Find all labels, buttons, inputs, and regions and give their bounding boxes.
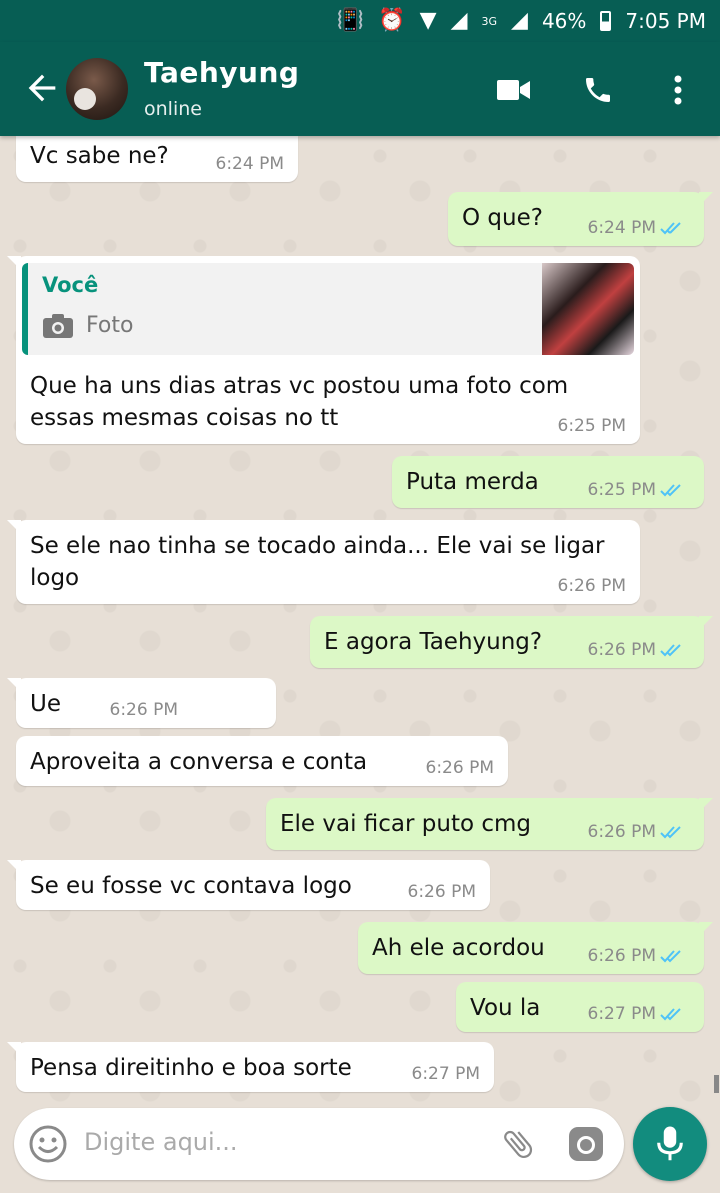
message-outgoing[interactable]: Ele vai ficar puto cmg 6:26 PM [266,798,713,850]
message-input[interactable]: Digite aqui... [84,1128,238,1156]
message-incoming-reply[interactable]: Você Foto Que ha uns dias atras vc posto… [7,256,640,444]
message-time: 6:24 PM [215,154,285,174]
message-text: Aproveita a conversa e conta [30,749,368,775]
signal-icon-2: ◢ [511,8,528,33]
clock: 7:05 PM [625,9,706,33]
phone-call-icon[interactable] [578,70,618,110]
message-time: 6:24 PM [587,218,657,238]
vibrate-icon: 📳 [336,8,365,33]
camera-icon [43,314,73,338]
contact-name[interactable]: Taehyung [144,56,299,89]
contact-avatar[interactable] [66,58,128,120]
scroll-indicator[interactable] [714,1075,719,1093]
camera-icon[interactable] [566,1124,606,1164]
message-time: 6:26 PM [587,822,657,842]
message-input-bar[interactable]: Digite aqui... [14,1108,624,1180]
alarm-icon: ⏰ [378,8,406,33]
message-time: 6:26 PM [587,946,657,966]
message-incoming[interactable]: Pensa direitinho e boa sorte 6:27 PM [7,1042,494,1092]
contact-status: online [144,98,202,120]
message-time: 6:26 PM [425,758,495,778]
network-type: 3G [481,14,498,28]
message-time: 6:25 PM [587,480,657,500]
message-outgoing[interactable]: Vou la 6:27 PM [456,982,704,1032]
battery-icon [600,11,612,31]
back-arrow-icon[interactable] [22,68,62,108]
quoted-photo-thumbnail[interactable] [542,263,634,355]
message-text: Que ha uns dias atras vc postou uma foto… [30,373,569,431]
more-options-icon[interactable] [658,70,698,110]
message-outgoing[interactable]: O que? 6:24 PM [448,192,713,246]
quoted-type: Foto [86,313,134,338]
message-text: Vou la [470,995,541,1021]
message-incoming[interactable]: Se eu fosse vc contava logo 6:26 PM [7,860,490,910]
message-time: 6:25 PM [557,416,627,436]
message-time: 6:26 PM [557,576,627,596]
message-time: 6:26 PM [407,882,477,902]
video-call-icon[interactable] [494,70,534,110]
message-text: Se ele nao tinha se tocado ainda... Ele … [30,533,605,591]
message-incoming[interactable]: Se ele nao tinha se tocado ainda... Ele … [7,520,640,604]
wifi-icon: ▼ [419,8,437,33]
message-outgoing[interactable]: E agora Taehyung? 6:26 PM [310,616,713,668]
message-incoming[interactable]: Ue 6:26 PM [7,678,276,728]
battery-percent: 46% [541,9,587,33]
microphone-icon [657,1126,683,1161]
mic-button[interactable] [633,1107,707,1181]
message-time: 6:26 PM [587,640,657,660]
emoji-icon[interactable] [28,1124,68,1164]
double-check-icon [660,826,681,839]
chat-area[interactable]: Vc sabe ne? 6:24 PM O que? 6:24 PM Você … [0,136,720,1104]
double-check-icon [660,644,681,657]
message-outgoing[interactable]: Ah ele acordou 6:26 PM [358,922,713,974]
double-check-icon [660,1008,681,1021]
message-time: 6:27 PM [587,1004,657,1024]
double-check-icon [660,222,681,235]
double-check-icon [660,950,681,963]
message-incoming[interactable]: Aproveita a conversa e conta 6:26 PM [16,736,508,786]
quoted-message[interactable]: Você Foto [22,263,634,355]
attach-icon[interactable] [500,1126,536,1162]
message-time: 6:26 PM [109,700,179,720]
double-check-icon [660,484,681,497]
chat-header: Taehyung online [0,42,720,136]
message-outgoing[interactable]: Puta merda 6:25 PM [392,456,704,508]
quoted-author: Você [42,273,99,297]
status-bar: 📳 ⏰ ▼ ◢ 3G ◢ 46% 7:05 PM [0,0,720,42]
signal-icon: ◢ [450,8,468,33]
message-incoming[interactable]: Vc sabe ne? 6:24 PM [16,136,298,182]
message-time: 6:27 PM [411,1064,481,1084]
